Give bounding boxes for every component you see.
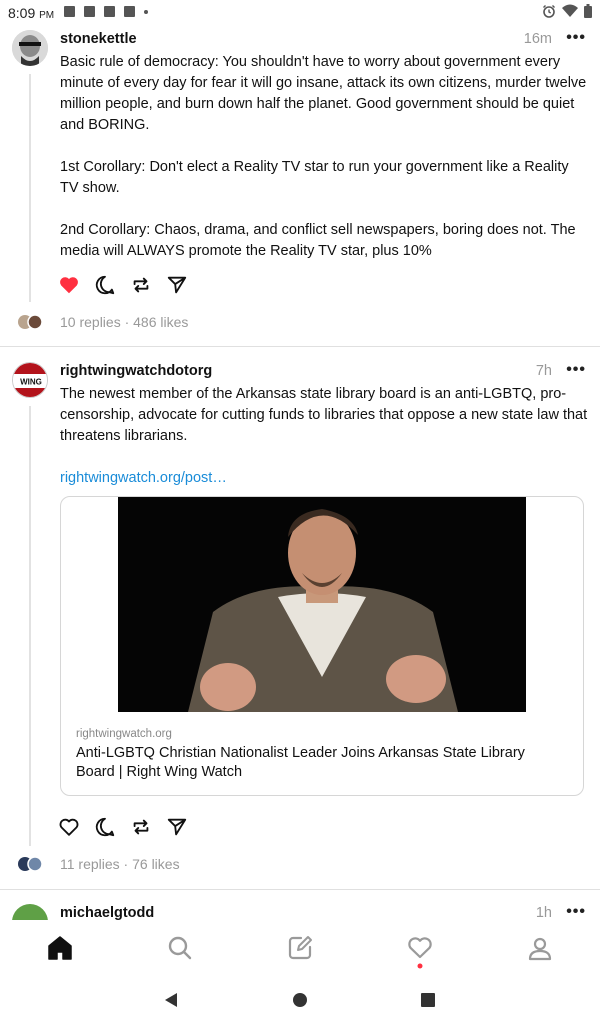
repost-button[interactable]	[130, 816, 152, 838]
thread-line	[29, 74, 31, 302]
like-button[interactable]	[58, 816, 80, 838]
post-text: Basic rule of democracy: You shouldn't h…	[60, 54, 587, 259]
username[interactable]: stonekettle	[60, 31, 137, 47]
repost-icon	[133, 819, 149, 835]
nav-activity[interactable]	[406, 934, 434, 969]
username[interactable]: rightwingwatchdotorg	[60, 363, 212, 379]
link-preview-domain: rightwingwatch.org	[76, 728, 172, 740]
like-button[interactable]	[58, 274, 80, 296]
post[interactable]: michaelgtodd 1h •••	[0, 900, 600, 920]
wifi-icon	[562, 4, 578, 17]
heart-filled-icon	[60, 277, 78, 294]
replier-avatars	[16, 313, 46, 331]
home-circle-icon[interactable]	[292, 992, 308, 1008]
avatar[interactable]	[12, 904, 48, 920]
nav-profile[interactable]	[526, 934, 554, 962]
back-icon[interactable]	[163, 992, 179, 1008]
post-stats[interactable]: 10 replies · 486 likes	[60, 314, 188, 330]
post-stats[interactable]: 11 replies · 76 likes	[60, 856, 180, 872]
username[interactable]: michaelgtodd	[60, 905, 154, 920]
post-time: 16m	[523, 31, 552, 47]
divider	[0, 346, 600, 347]
reply-button[interactable]	[94, 274, 116, 296]
post-time: 1h	[535, 905, 552, 920]
compose-icon	[288, 936, 312, 960]
link-preview-image	[118, 497, 526, 712]
nav-search[interactable]	[166, 934, 194, 962]
comment-icon	[95, 275, 115, 295]
repost-icon	[133, 277, 149, 293]
avatar[interactable]: WING	[12, 362, 48, 398]
bottom-navigation	[0, 920, 600, 978]
alarm-icon	[543, 5, 555, 18]
notification-icon	[64, 6, 75, 17]
link-preview-title: Anti-LGBTQ Christian Nationalist Leader …	[76, 745, 525, 780]
post-time: 7h	[535, 363, 552, 379]
notification-icon	[104, 6, 115, 17]
notification-dot-icon	[417, 963, 423, 969]
post-link[interactable]: rightwingwatch.org/post…	[60, 470, 227, 486]
avatar[interactable]	[12, 30, 48, 66]
replier-avatars	[16, 855, 46, 873]
profile-icon	[528, 937, 552, 961]
repost-button[interactable]	[130, 274, 152, 296]
post-text: The newest member of the Arkansas state …	[60, 386, 592, 444]
share-button[interactable]	[166, 816, 188, 838]
recents-icon[interactable]	[420, 992, 436, 1008]
more-options-button[interactable]: •••	[566, 29, 586, 47]
nav-compose[interactable]	[286, 934, 314, 962]
share-button[interactable]	[166, 274, 188, 296]
more-options-button[interactable]: •••	[566, 361, 586, 379]
notification-icon	[84, 6, 95, 17]
divider	[0, 889, 600, 890]
more-options-button[interactable]: •••	[566, 903, 586, 920]
reply-button[interactable]	[94, 816, 116, 838]
send-icon	[167, 276, 187, 294]
battery-icon	[584, 4, 592, 18]
more-notifications-icon	[144, 10, 148, 14]
avatar-logo-text: WING	[20, 378, 42, 387]
thread-line	[29, 406, 31, 846]
post[interactable]: WING rightwingwatchdotorg 7h ••• The new…	[0, 358, 600, 888]
link-preview-card[interactable]: rightwingwatch.org Anti-LGBTQ Christian …	[60, 496, 584, 796]
notification-icons	[64, 6, 148, 17]
send-icon	[167, 818, 187, 836]
search-icon	[168, 936, 192, 960]
home-icon	[48, 936, 72, 960]
post[interactable]: stonekettle 16m ••• Basic rule of democr…	[0, 26, 600, 346]
notification-icon	[124, 6, 135, 17]
system-navigation-bar	[0, 978, 600, 1024]
nav-home[interactable]	[46, 934, 74, 962]
heart-icon	[59, 818, 79, 836]
status-time: 8:09 PM	[8, 5, 55, 21]
activity-heart-icon	[408, 937, 432, 959]
status-bar: 8:09 PM	[0, 0, 600, 26]
comment-icon	[95, 817, 115, 837]
